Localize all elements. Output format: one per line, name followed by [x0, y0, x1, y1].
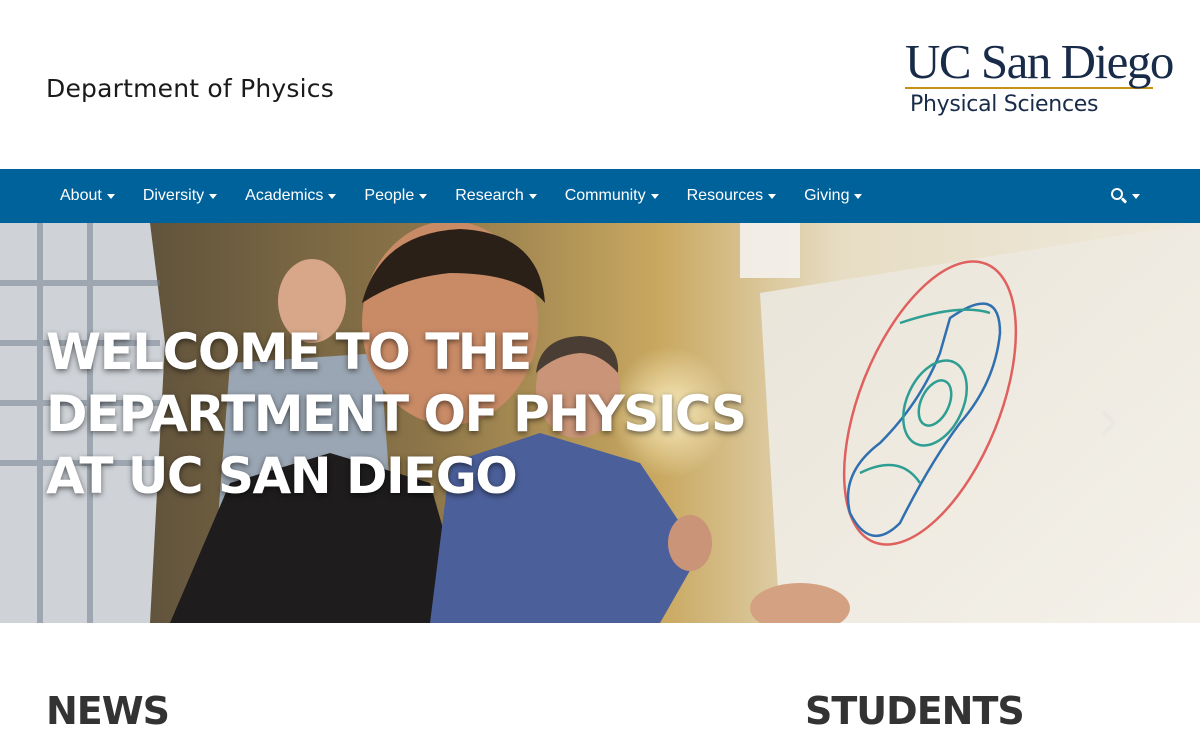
search-toggle-button[interactable] — [1111, 169, 1140, 223]
hero-heading-line-2: DEPARTMENT OF PHYSICS — [46, 385, 747, 443]
news-section-title: NEWS — [46, 689, 170, 733]
caret-down-icon — [1132, 193, 1140, 199]
main-navigation: About Diversity Academics People Researc… — [0, 169, 1200, 223]
caret-down-icon — [419, 193, 428, 199]
nav-item-people[interactable]: People — [350, 169, 441, 223]
caret-down-icon — [528, 193, 537, 199]
caret-down-icon — [854, 193, 863, 199]
hero-heading-line-1: WELCOME TO THE — [46, 323, 532, 381]
caret-down-icon — [106, 193, 115, 199]
caret-down-icon — [209, 193, 218, 199]
nav-item-label: About — [60, 187, 102, 204]
logo-subtitle: Physical Sciences — [910, 92, 1099, 117]
nav-item-label: Resources — [686, 187, 764, 204]
chevron-right-icon[interactable] — [1095, 408, 1123, 438]
students-section-title: STUDENTS — [805, 689, 1025, 733]
nav-item-academics[interactable]: Academics — [231, 169, 350, 223]
nav-item-about[interactable]: About — [46, 169, 129, 223]
nav-item-research[interactable]: Research — [441, 169, 550, 223]
nav-item-diversity[interactable]: Diversity — [129, 169, 231, 223]
caret-down-icon — [768, 193, 777, 199]
nav-item-label: Research — [455, 187, 524, 204]
department-title[interactable]: Department of Physics — [46, 74, 334, 103]
caret-down-icon — [650, 193, 659, 199]
hero-heading-line-3: AT UC SAN DIEGO — [46, 447, 518, 505]
nav-list: About Diversity Academics People Researc… — [46, 169, 876, 223]
nav-item-giving[interactable]: Giving — [790, 169, 876, 223]
nav-item-label: People — [364, 187, 415, 204]
nav-item-label: Giving — [804, 187, 850, 204]
nav-item-label: Community — [564, 187, 646, 204]
ucsd-physical-sciences-logo[interactable]: UC San Diego Physical Sciences — [905, 34, 1174, 122]
nav-item-label: Academics — [245, 187, 324, 204]
caret-down-icon — [328, 193, 337, 199]
nav-item-label: Diversity — [142, 187, 205, 204]
search-icon — [1111, 188, 1128, 204]
nav-item-community[interactable]: Community — [551, 169, 673, 223]
nav-item-resources[interactable]: Resources — [673, 169, 790, 223]
logo-wordmark: UC San Diego — [905, 34, 1174, 89]
hero-heading: WELCOME TO THE DEPARTMENT OF PHYSICS AT … — [46, 321, 747, 507]
hero-carousel: WELCOME TO THE DEPARTMENT OF PHYSICS AT … — [0, 223, 1200, 623]
site-header: Department of Physics UC San Diego Physi… — [0, 0, 1200, 169]
